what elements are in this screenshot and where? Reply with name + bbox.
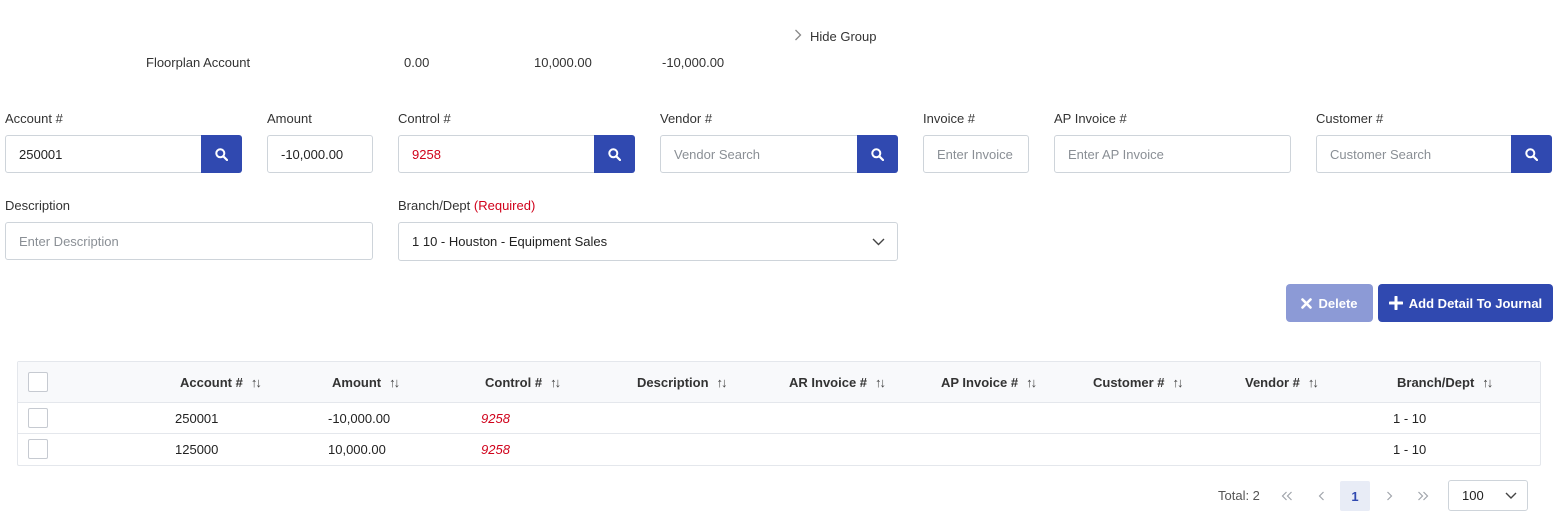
cell-amount: -10,000.00 bbox=[328, 411, 391, 426]
last-page-button[interactable] bbox=[1408, 481, 1438, 511]
column-header-branch[interactable]: Branch/Dept ↑↓ bbox=[1397, 362, 1493, 403]
search-icon bbox=[215, 147, 228, 161]
amount-input[interactable]: -10,000.00 bbox=[267, 135, 373, 173]
double-chevron-left-icon bbox=[1281, 491, 1292, 501]
page-size-value: 100 bbox=[1462, 488, 1484, 503]
cell-amount: 10,000.00 bbox=[328, 442, 386, 457]
add-detail-button-label: Add Detail To Journal bbox=[1408, 295, 1543, 311]
sort-icon[interactable]: ↑↓ bbox=[875, 375, 886, 390]
branch-label-text: Branch/Dept bbox=[398, 198, 471, 213]
plus-icon bbox=[1388, 296, 1403, 310]
control-label: Control # bbox=[398, 111, 451, 126]
chevron-down-icon bbox=[872, 238, 885, 245]
first-page-button[interactable] bbox=[1272, 481, 1302, 511]
add-detail-button[interactable]: Add Detail To Journal bbox=[1378, 284, 1553, 322]
hide-group-toggle[interactable]: Hide Group bbox=[794, 28, 876, 44]
cell-control: 9258 bbox=[481, 442, 510, 457]
column-header-vendor[interactable]: Vendor # ↑↓ bbox=[1245, 362, 1319, 403]
cell-account: 250001 bbox=[175, 411, 219, 426]
total-count: Total: 2 bbox=[1218, 488, 1260, 503]
chevron-right-icon bbox=[794, 28, 802, 44]
search-icon bbox=[608, 147, 621, 161]
column-header-control[interactable]: Control # ↑↓ bbox=[485, 362, 561, 403]
cell-branch: 1 - 10 bbox=[1393, 411, 1427, 426]
column-header-customer[interactable]: Customer # ↑↓ bbox=[1093, 362, 1184, 403]
column-header-label: AR Invoice # bbox=[789, 375, 868, 390]
summary-value-3: -10,000.00 bbox=[662, 55, 725, 70]
hide-group-label: Hide Group bbox=[810, 28, 877, 44]
vendor-search-input[interactable]: Vendor Search bbox=[660, 135, 858, 173]
column-header-amount[interactable]: Amount ↑↓ bbox=[332, 362, 400, 403]
column-header-label: Description bbox=[637, 375, 709, 390]
required-marker: (Required) bbox=[473, 198, 536, 213]
chevron-down-icon bbox=[1505, 492, 1517, 499]
column-header-ap-invoice[interactable]: AP Invoice # ↑↓ bbox=[941, 362, 1037, 403]
page-size-select[interactable]: 100 bbox=[1448, 480, 1528, 511]
cell-control: 9258 bbox=[481, 411, 510, 426]
sort-icon[interactable]: ↑↓ bbox=[1173, 375, 1184, 390]
sort-icon[interactable]: ↑↓ bbox=[1308, 375, 1319, 390]
cell-branch: 1 - 10 bbox=[1393, 442, 1427, 457]
column-header-description[interactable]: Description ↑↓ bbox=[637, 362, 728, 403]
sort-icon[interactable]: ↑↓ bbox=[1482, 375, 1493, 390]
invoice-label: Invoice # bbox=[923, 111, 976, 126]
customer-label: Customer # bbox=[1316, 111, 1384, 126]
account-search-button[interactable] bbox=[201, 135, 242, 173]
summary-account-name: Floorplan Account bbox=[146, 55, 251, 70]
amount-label: Amount bbox=[267, 111, 312, 126]
customer-search-button[interactable] bbox=[1511, 135, 1552, 173]
sort-icon[interactable]: ↑↓ bbox=[550, 375, 561, 390]
column-header-ar-invoice[interactable]: AR Invoice # ↑↓ bbox=[789, 362, 886, 403]
sort-icon[interactable]: ↑↓ bbox=[717, 375, 728, 390]
sort-icon[interactable]: ↑↓ bbox=[389, 375, 400, 390]
control-search-button[interactable] bbox=[594, 135, 635, 173]
branch-select-value: 1 10 - Houston - Equipment Sales bbox=[412, 234, 608, 249]
branch-select[interactable]: 1 10 - Houston - Equipment Sales bbox=[398, 222, 898, 261]
column-header-label: Branch/Dept bbox=[1397, 375, 1475, 390]
select-all-checkbox[interactable] bbox=[28, 372, 48, 392]
account-label: Account # bbox=[5, 111, 63, 126]
table-row[interactable]: 250001 -10,000.00 9258 1 - 10 bbox=[18, 403, 1540, 434]
summary-value-2: 10,000.00 bbox=[534, 55, 592, 70]
summary-value-1: 0.00 bbox=[404, 55, 430, 70]
account-input[interactable]: 250001 bbox=[5, 135, 202, 173]
delete-button[interactable]: Delete bbox=[1286, 284, 1373, 322]
sort-icon[interactable]: ↑↓ bbox=[1026, 375, 1037, 390]
column-header-label: Customer # bbox=[1093, 375, 1165, 390]
table-header: Account # ↑↓ Amount ↑↓ Control # ↑↓ Descrip… bbox=[18, 362, 1540, 403]
ap-invoice-input[interactable]: Enter AP Invoice bbox=[1054, 135, 1291, 173]
search-icon bbox=[1525, 147, 1538, 161]
column-header-label: Amount bbox=[332, 375, 382, 390]
table-row[interactable]: 125000 10,000.00 9258 1 - 10 bbox=[18, 434, 1540, 465]
search-icon bbox=[871, 147, 884, 161]
row-checkbox[interactable] bbox=[28, 439, 48, 459]
vendor-search-button[interactable] bbox=[857, 135, 898, 173]
customer-search-input[interactable]: Customer Search bbox=[1316, 135, 1512, 173]
column-header-label: AP Invoice # bbox=[941, 375, 1019, 390]
chevron-right-icon bbox=[1386, 491, 1392, 501]
ap-invoice-label: AP Invoice # bbox=[1054, 111, 1127, 126]
journal-detail-table: Account # ↑↓ Amount ↑↓ Control # ↑↓ Descrip… bbox=[17, 361, 1541, 466]
column-header-label: Account # bbox=[180, 375, 243, 390]
column-header-label: Control # bbox=[485, 375, 543, 390]
double-chevron-right-icon bbox=[1418, 491, 1429, 501]
next-page-button[interactable] bbox=[1374, 481, 1404, 511]
description-input[interactable]: Enter Description bbox=[5, 222, 373, 260]
close-icon bbox=[1301, 297, 1313, 309]
branch-label: Branch/Dept (Required) bbox=[398, 198, 535, 213]
column-header-account[interactable]: Account # ↑↓ bbox=[180, 362, 262, 403]
vendor-label: Vendor # bbox=[660, 111, 713, 126]
chevron-left-icon bbox=[1318, 491, 1324, 501]
description-label: Description bbox=[5, 198, 71, 213]
cell-account: 125000 bbox=[175, 442, 219, 457]
row-checkbox[interactable] bbox=[28, 408, 48, 428]
delete-button-label: Delete bbox=[1318, 295, 1358, 311]
invoice-input[interactable]: Enter Invoice bbox=[923, 135, 1029, 173]
prev-page-button[interactable] bbox=[1306, 481, 1336, 511]
column-header-label: Vendor # bbox=[1245, 375, 1300, 390]
page-button-current[interactable]: 1 bbox=[1340, 481, 1370, 511]
sort-icon[interactable]: ↑↓ bbox=[251, 375, 262, 390]
control-input[interactable]: 9258 bbox=[398, 135, 595, 173]
